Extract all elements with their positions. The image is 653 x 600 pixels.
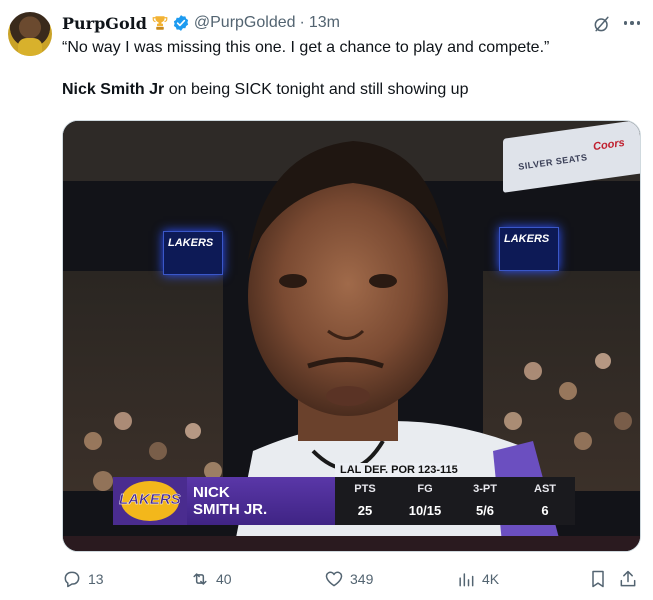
author-handle[interactable]: @PurpGolded [194,14,296,32]
repost-icon [193,573,207,585]
share-button[interactable] [618,566,638,592]
stat-value: 6 [541,503,549,518]
tweet-header: PurpGold @PurpGolded · 13m [62,12,340,34]
stat-label: PTS [354,483,376,495]
game-score-bar: LAL DEF. POR 123-115 [335,463,460,478]
player-name-plate: NICK SMITH JR. [187,477,335,525]
lakers-screen-left-text: LAKERS [168,237,214,249]
tweet-text: “No way I was missing this one. I get a … [62,38,642,100]
player-first-name: NICK [193,484,230,501]
caption-rest: on being SICK tonight and still showing … [164,81,469,98]
analytics-icon [459,573,474,587]
tweet-action-bar: 13 40 349 4K [62,566,644,592]
lakers-screen-right-text: LAKERS [504,233,550,245]
broadcast-lower-third: LAKERS NICK SMITH JR. PTS 25 FG 10/15 3-… [113,477,575,525]
stat-value: 25 [357,503,373,518]
stat-value: 5/6 [475,503,495,518]
tweet-media-image[interactable]: SILVER SEATS Coors LAKERS LAKERS LAL DEF… [62,120,641,552]
author-display-name[interactable]: PurpGold [62,14,147,33]
more-options-icon[interactable] [620,13,644,33]
reply-count: 13 [88,571,104,587]
repost-count: 40 [216,571,232,587]
trophy-icon [152,16,168,30]
verified-badge-icon [173,15,189,31]
author-avatar[interactable] [8,12,52,56]
separator-dot: · [299,14,305,31]
grok-icon[interactable] [592,14,612,34]
lakers-screen-right: LAKERS [499,227,559,271]
stat-3pt: 3-PT 5/6 [455,477,515,525]
reply-button[interactable]: 13 [62,566,104,592]
tweet-caption: Nick Smith Jr on being SICK tonight and … [62,80,642,100]
views-button[interactable]: 4K [456,566,499,592]
team-logo: LAKERS [113,477,187,525]
heart-icon [325,571,343,587]
repost-button[interactable]: 40 [190,566,232,592]
player-stats: PTS 25 FG 10/15 3-PT 5/6 AST 6 [335,477,575,525]
bookmark-icon [592,570,604,588]
stat-label: FG [417,483,433,495]
reply-icon [64,571,80,588]
subject-name: Nick Smith Jr [62,81,165,98]
view-count: 4K [482,571,500,587]
player-last-name: SMITH JR. [193,501,268,518]
team-logo-text: LAKERS [119,491,181,508]
share-icon [620,570,636,587]
lakers-screen-left: LAKERS [163,231,223,275]
tweet-quote: “No way I was missing this one. I get a … [62,39,550,56]
like-button[interactable]: 349 [324,566,373,592]
stat-ast: AST 6 [515,477,575,525]
stat-value: 10/15 [408,503,442,518]
tweet-timestamp[interactable]: 13m [309,14,340,32]
stat-label: 3-PT [473,483,497,495]
like-count: 349 [350,571,374,587]
stat-fg: FG 10/15 [395,477,455,525]
bookmark-button[interactable] [588,566,608,592]
stat-pts: PTS 25 [335,477,395,525]
stat-label: AST [534,483,556,495]
